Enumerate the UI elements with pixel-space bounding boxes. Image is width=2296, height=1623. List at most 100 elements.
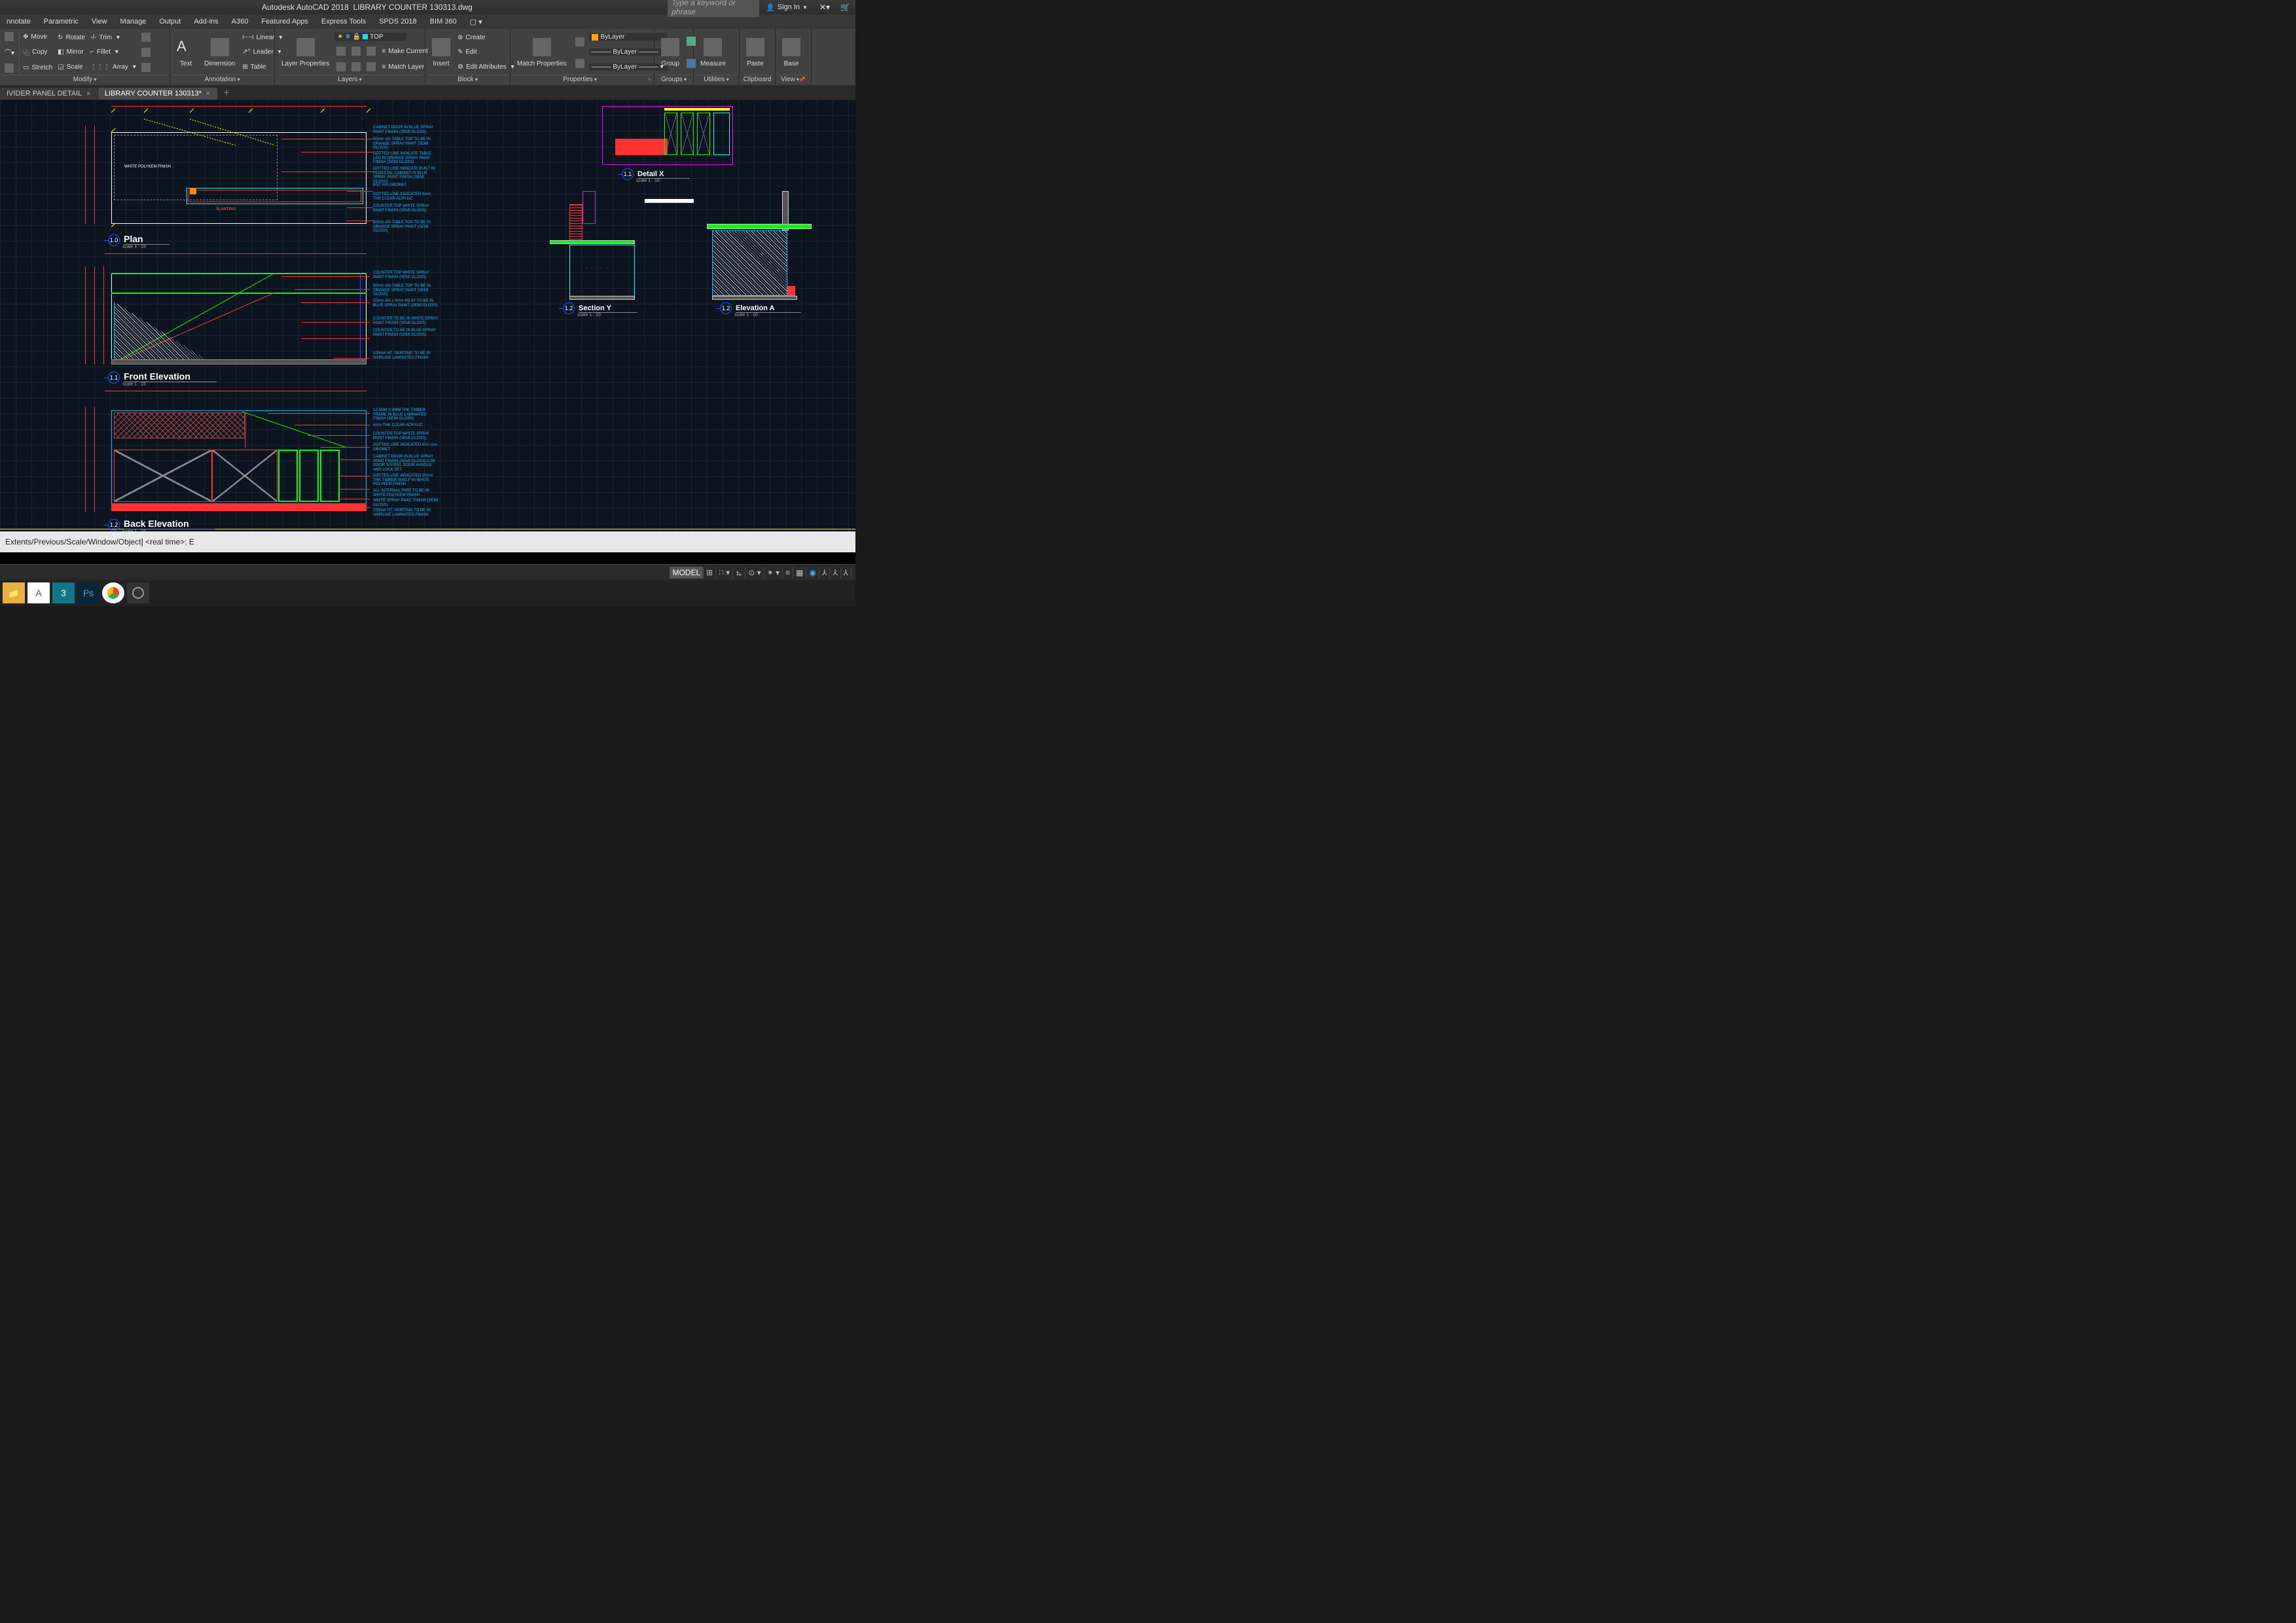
match-layer-button[interactable]: ≡Match Layer: [380, 62, 426, 72]
layer-iso-1[interactable]: [334, 46, 348, 56]
misc-button[interactable]: [3, 63, 16, 73]
line-button[interactable]: [3, 31, 16, 42]
props-extra-2[interactable]: [573, 58, 586, 69]
snap-toggle[interactable]: ∷ ▾: [716, 567, 733, 579]
back-panel2: [299, 450, 319, 502]
fillet-button[interactable]: ⌐Fillet ▾: [88, 48, 138, 56]
modify-extra-3[interactable]: [139, 62, 152, 73]
tab-bim360[interactable]: BIM 360: [423, 16, 463, 27]
panel-title-groups[interactable]: Groups: [661, 76, 687, 83]
tab-a360[interactable]: A360: [225, 16, 255, 27]
detx-ytop: [664, 108, 730, 111]
cycle-toggle[interactable]: ◉: [806, 567, 819, 579]
anno-toggle-1[interactable]: ⅄: [819, 567, 830, 579]
layer-iso-2[interactable]: [350, 46, 363, 56]
command-line[interactable]: Extents/Previous/Scale/Window/Object] <r…: [0, 531, 855, 552]
text-button[interactable]: AText: [173, 30, 199, 75]
lwt-toggle[interactable]: ≡: [783, 567, 793, 579]
insert-button[interactable]: Insert: [428, 30, 454, 75]
anno-toggle-3[interactable]: ⅄: [841, 567, 852, 579]
close-icon[interactable]: ✕: [86, 90, 91, 98]
panel-title-layers[interactable]: Layers: [338, 76, 361, 83]
cart-icon[interactable]: 🛒: [835, 3, 855, 12]
front-skirting: [111, 359, 367, 365]
task-3dsmax[interactable]: 3: [52, 582, 75, 603]
scale-button[interactable]: ◲Scale: [56, 63, 87, 71]
tab-view[interactable]: View: [85, 16, 114, 27]
paste-button[interactable]: Paste: [742, 30, 768, 75]
layiso-icon: [336, 46, 346, 56]
model-button[interactable]: MODEL: [670, 567, 704, 579]
secy-post: [569, 204, 583, 243]
stretch-button[interactable]: ▭Stretch: [21, 63, 54, 72]
transp-toggle[interactable]: ▦: [793, 567, 806, 579]
doc-tab-inactive[interactable]: IVIDER PANEL DETAIL✕: [0, 88, 98, 99]
layer-properties-button[interactable]: Layer Properties: [278, 30, 333, 75]
task-obs[interactable]: [127, 582, 149, 603]
edit-attr-button[interactable]: ⚙Edit Attributes ▾: [456, 63, 516, 71]
task-autocad[interactable]: A: [27, 582, 50, 603]
task-photoshop[interactable]: Ps: [77, 582, 99, 603]
tab-express[interactable]: Express Tools: [315, 16, 372, 27]
tab-output[interactable]: Output: [152, 16, 187, 27]
copy-button[interactable]: ⿻Copy: [21, 46, 54, 58]
mirror-button[interactable]: ◧Mirror: [56, 48, 87, 56]
trim-button[interactable]: -/-Trim ▾: [88, 33, 138, 42]
dimension-button[interactable]: Dimension: [200, 30, 239, 75]
props-extra-1[interactable]: [573, 37, 586, 47]
panel-title-annotation[interactable]: Annotation: [204, 76, 240, 83]
move-button[interactable]: ✥Move: [21, 33, 54, 41]
tab-manage[interactable]: Manage: [114, 16, 153, 27]
measure-button[interactable]: Measure: [696, 30, 730, 75]
layer-lock[interactable]: [365, 62, 378, 72]
panel-title-properties[interactable]: Properties: [563, 76, 597, 83]
layer-frz[interactable]: [350, 62, 363, 72]
tab-featured[interactable]: Featured Apps: [255, 16, 315, 27]
tab-extras[interactable]: ▢ ▾: [463, 16, 489, 28]
tab-parametric[interactable]: Parametric: [37, 16, 85, 27]
tab-spds[interactable]: SPDS 2018: [372, 16, 423, 27]
panel-block: Insert ⊕Create ✎Edit ⚙Edit Attributes ▾ …: [425, 29, 511, 85]
dialog-launcher-icon[interactable]: ↘: [647, 76, 651, 82]
panel-title-block[interactable]: Block: [457, 76, 478, 83]
exchange-icon[interactable]: ✕▾: [814, 3, 835, 12]
panel-title-view[interactable]: View: [781, 76, 799, 83]
dim-line: [105, 253, 367, 254]
block-create-button[interactable]: ⊕Create: [456, 33, 516, 42]
polar-toggle[interactable]: ⊙ ▾: [745, 567, 764, 579]
close-icon[interactable]: ✕: [206, 90, 211, 98]
block-edit-button[interactable]: ✎Edit: [456, 48, 516, 56]
pin-icon[interactable]: 📌: [799, 77, 806, 82]
osnap-toggle[interactable]: ✶ ▾: [764, 567, 783, 579]
match-props-button[interactable]: Match Properties: [513, 30, 571, 75]
signin-button[interactable]: 👤 Sign In ▼: [759, 3, 814, 12]
titlebar: Autodesk AutoCAD 2018 LIBRARY COUNTER 13…: [0, 0, 855, 14]
array-button[interactable]: ⋮⋮⋮Array ▾: [88, 63, 138, 71]
arc-button[interactable]: ⌒▾: [3, 46, 16, 58]
rotate-button[interactable]: ↻Rotate: [56, 33, 87, 42]
group-button[interactable]: Group: [657, 30, 683, 75]
tab-addins[interactable]: Add-ins: [187, 16, 224, 27]
panel-title-utilities[interactable]: Utilities: [704, 76, 728, 83]
modify-extra-2[interactable]: [139, 47, 152, 58]
doc-tab-active[interactable]: LIBRARY COUNTER 130313*✕: [98, 88, 217, 99]
tab-annotate[interactable]: nnotate: [0, 16, 37, 27]
layer-off[interactable]: [334, 62, 348, 72]
base-button[interactable]: Base: [778, 30, 804, 75]
grid-toggle[interactable]: ⊞: [704, 567, 716, 579]
task-chrome[interactable]: [102, 582, 124, 603]
new-tab-button[interactable]: ＋: [218, 85, 236, 99]
ortho-toggle[interactable]: ⊾: [733, 567, 745, 579]
drawing-area[interactable]: WHITE POLYKEM FINISH SLANTING CABINET DO…: [0, 99, 855, 531]
make-current-button[interactable]: ≡Make Current: [380, 46, 429, 56]
panel-title-clipboard[interactable]: Clipboard: [744, 76, 772, 83]
modify-extra-1[interactable]: [139, 32, 152, 43]
anno-toggle-2[interactable]: ⅄: [830, 567, 840, 579]
note-plan-3: DOTTED LINE INDICATE BUILT IN PEDESTAL C…: [373, 167, 439, 184]
task-explorer[interactable]: 📁: [3, 582, 25, 603]
search-input[interactable]: Type a keyword or phrase: [668, 0, 759, 17]
note-front-4: COUNTER TO BE IN BLUE SPRAY PAINT FINISH…: [373, 329, 439, 337]
panel-title-modify[interactable]: Modify: [73, 76, 97, 83]
layer-iso-3[interactable]: [365, 46, 378, 56]
layer-selector[interactable]: ☀❄🔒TOP: [334, 33, 406, 41]
